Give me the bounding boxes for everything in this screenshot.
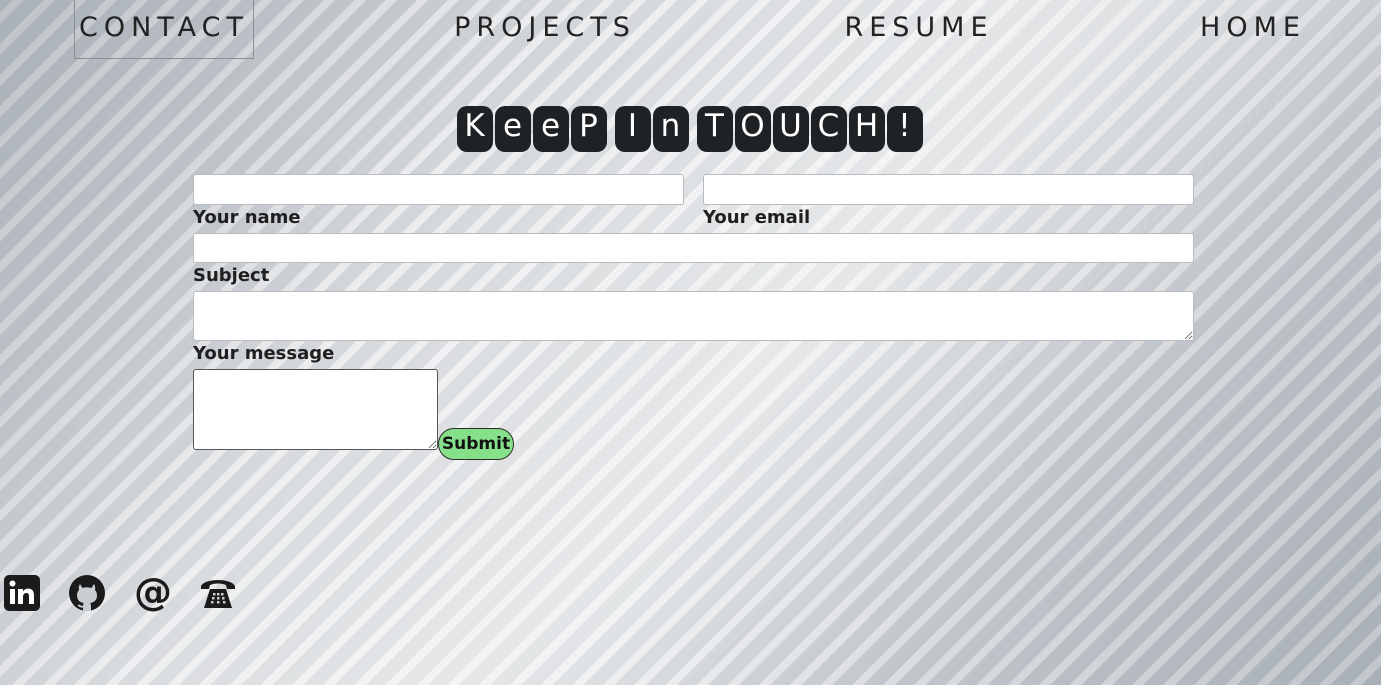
title-letter: I	[614, 106, 651, 152]
title-letter: !	[886, 106, 923, 152]
message-label: Your message	[193, 343, 335, 364]
title-letter: T	[696, 106, 733, 152]
title-letter: C	[810, 106, 847, 152]
title-letter: e	[532, 106, 569, 152]
email-input[interactable]	[703, 174, 1194, 205]
subject-textarea[interactable]	[193, 291, 1194, 341]
nav-contact[interactable]: CONTACT	[74, 0, 254, 59]
submit-button[interactable]: Submit	[438, 428, 514, 460]
nav-projects[interactable]: PROJECTS	[450, 0, 640, 58]
title-letter: O	[734, 106, 771, 152]
github-icon[interactable]	[68, 574, 106, 612]
name-input[interactable]	[193, 174, 684, 205]
title-letter: H	[848, 106, 885, 152]
telephone-icon[interactable]	[199, 574, 237, 612]
linkedin-icon[interactable]	[3, 574, 41, 612]
subject-label: Subject	[193, 265, 270, 286]
subject-input[interactable]	[193, 233, 1194, 263]
title-letter: P	[570, 106, 607, 152]
name-label: Your name	[193, 207, 301, 228]
title-letter: e	[494, 106, 531, 152]
nav-home[interactable]: HOME	[1196, 0, 1310, 58]
svg-text:@: @	[134, 574, 172, 612]
message-textarea[interactable]	[193, 369, 438, 450]
title-letter: K	[456, 106, 493, 152]
page-title: Ke e P In T O U C H!	[0, 106, 1381, 152]
top-navigation: CONTACT PROJECTS RESUME HOME	[0, 0, 1381, 60]
nav-resume[interactable]: RESUME	[842, 0, 996, 58]
email-label: Your email	[703, 207, 811, 228]
at-sign-icon[interactable]: @	[134, 570, 172, 614]
title-letter: U	[772, 106, 809, 152]
title-letter: n	[652, 106, 689, 152]
